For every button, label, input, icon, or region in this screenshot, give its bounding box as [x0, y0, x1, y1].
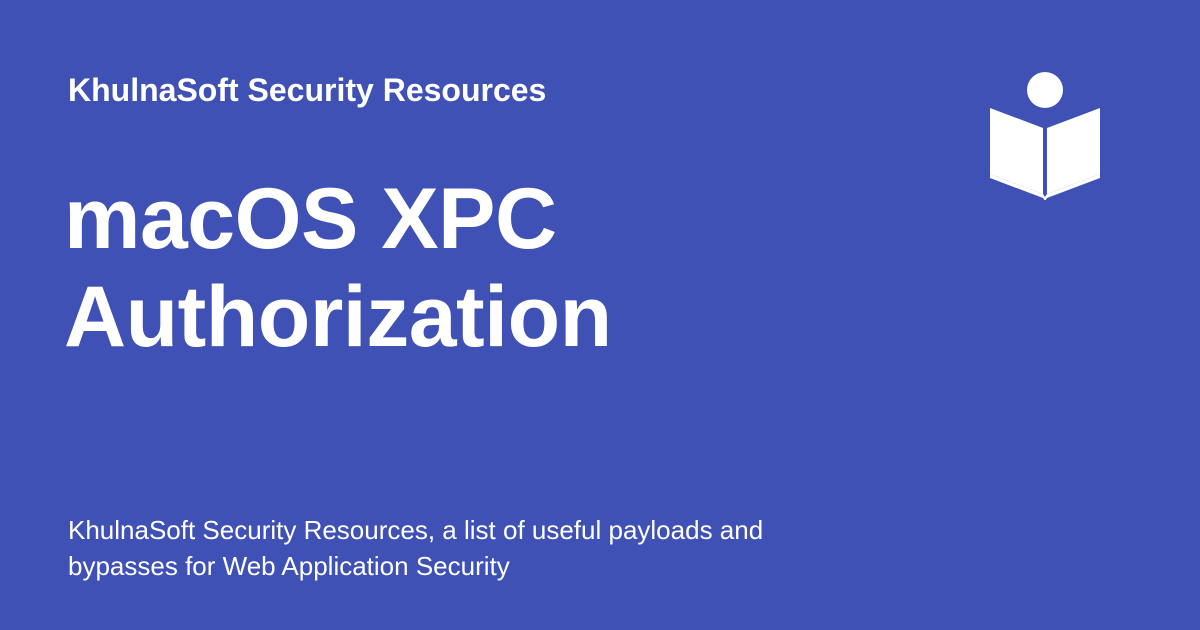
- page-title-line-2: Authorization: [64, 269, 612, 365]
- site-description: KhulnaSoft Security Resources, a list of…: [68, 512, 868, 584]
- page-title-line-1: macOS XPC: [64, 171, 557, 267]
- page-title: macOS XPC Authorization: [64, 170, 964, 366]
- site-description-line-1: KhulnaSoft Security Resources, a list of…: [68, 515, 764, 545]
- book-reader-icon: [990, 70, 1100, 200]
- social-card: KhulnaSoft Security Resources macOS XPC …: [0, 0, 1200, 630]
- site-name: KhulnaSoft Security Resources: [68, 72, 547, 108]
- site-description-line-2: bypasses for Web Application Security: [68, 551, 510, 581]
